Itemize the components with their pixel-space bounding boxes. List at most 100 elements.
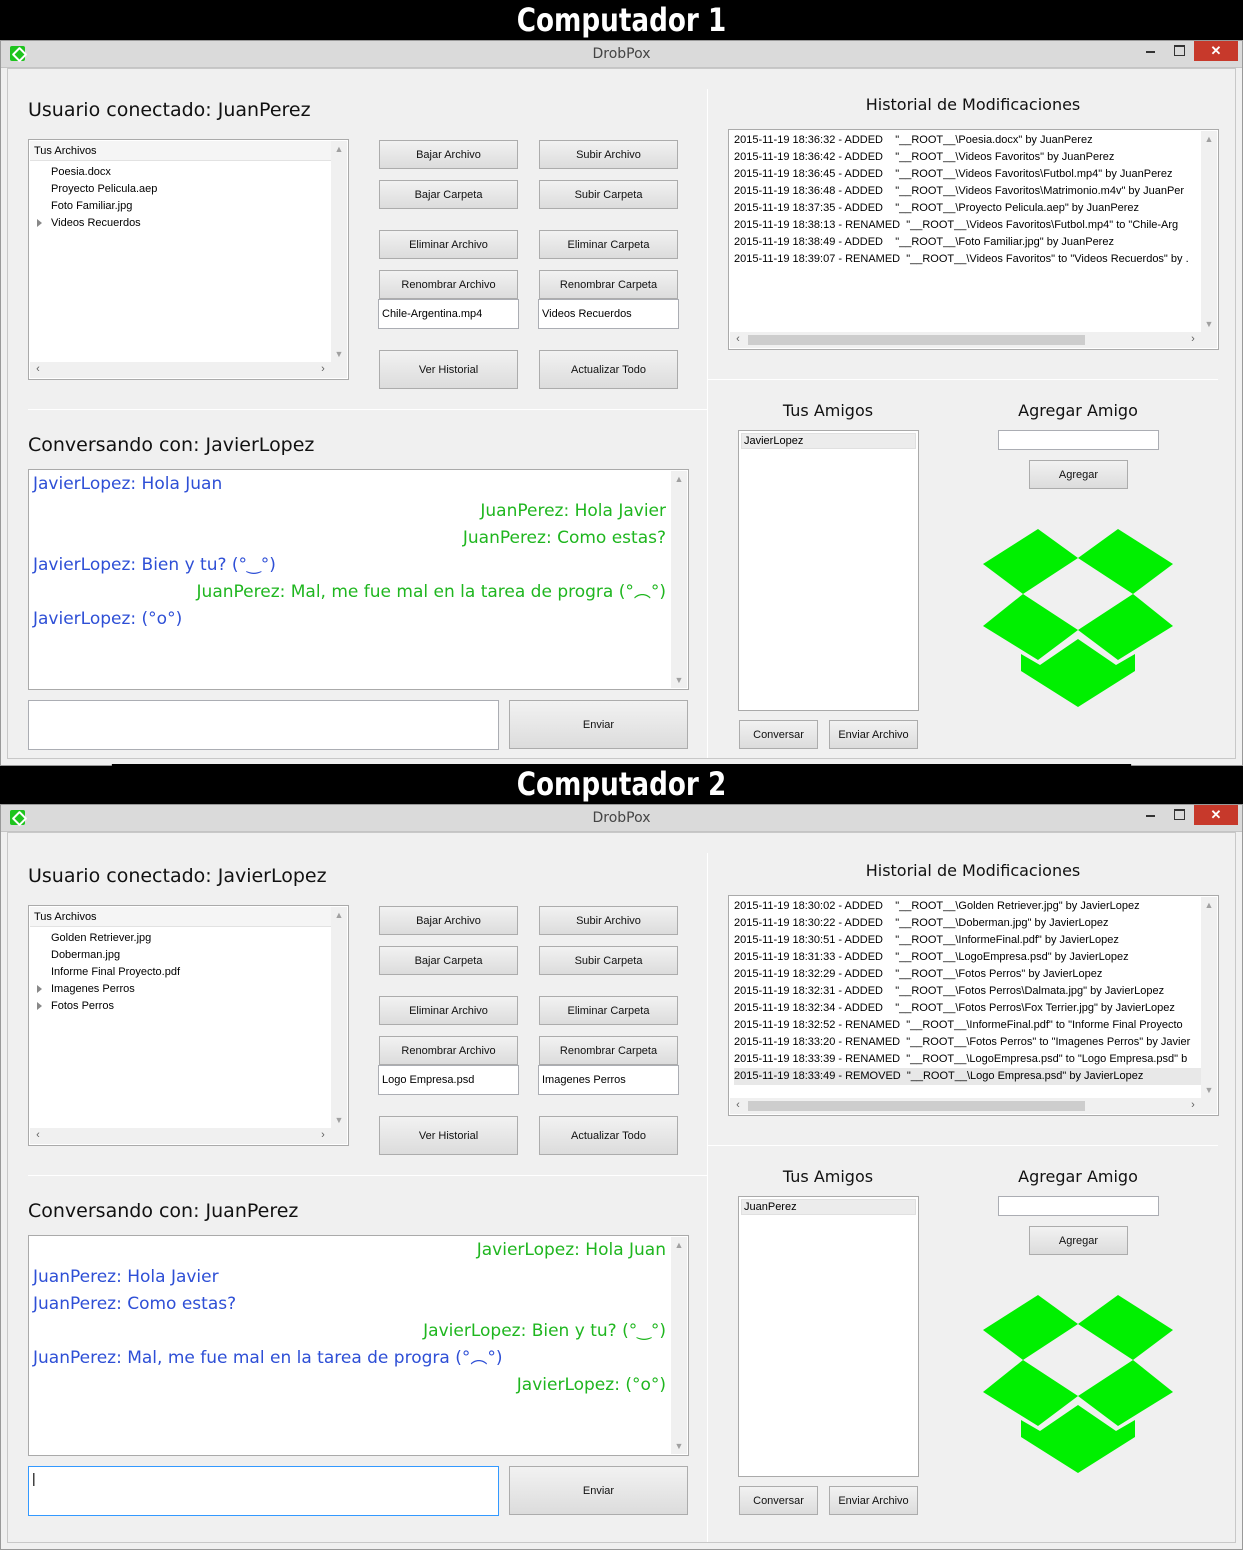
view-history-button[interactable]: Ver Historial [379, 1116, 518, 1155]
add-friend-button[interactable]: Agregar [1029, 1226, 1128, 1255]
expand-arrow-icon[interactable] [37, 1002, 42, 1010]
history-entry[interactable]: 2015-11-19 18:31:33 - ADDED "__ROOT__\Lo… [734, 949, 1129, 966]
chat-vertical-scrollbar[interactable]: ▲ ▼ [671, 471, 687, 688]
history-entry[interactable]: 2015-11-19 18:33:20 - RENAMED "__ROOT__\… [734, 1034, 1190, 1051]
history-horizontal-scrollbar[interactable]: ‹ › [730, 332, 1201, 348]
delete-folder-button[interactable]: Eliminar Carpeta [539, 230, 678, 259]
history-scroll-thumb[interactable] [748, 1101, 1085, 1111]
scroll-right-icon[interactable]: › [315, 1128, 331, 1144]
expand-arrow-icon[interactable] [37, 985, 42, 993]
scroll-down-icon[interactable]: ▼ [1201, 316, 1217, 332]
history-entry[interactable]: 2015-11-19 18:36:42 - ADDED "__ROOT__\Vi… [734, 149, 1114, 166]
view-history-button[interactable]: Ver Historial [379, 350, 518, 389]
history-entry[interactable]: 2015-11-19 18:32:52 - RENAMED "__ROOT__\… [734, 1017, 1183, 1034]
tree-file-item[interactable]: Informe Final Proyecto.pdf [51, 964, 180, 981]
title-bar[interactable]: DrobPox ✕ [1, 805, 1242, 832]
scroll-up-icon[interactable]: ▲ [331, 141, 347, 157]
files-horizontal-scrollbar[interactable]: ‹ › [30, 1128, 331, 1144]
tree-folder-item[interactable]: Imagenes Perros [37, 981, 135, 998]
scroll-down-icon[interactable]: ▼ [331, 346, 347, 362]
rename-folder-button[interactable]: Renombrar Carpeta [539, 270, 678, 299]
history-entry[interactable]: 2015-11-19 18:37:35 - ADDED "__ROOT__\Pr… [734, 200, 1139, 217]
history-entry[interactable]: 2015-11-19 18:32:31 - ADDED "__ROOT__\Fo… [734, 983, 1164, 1000]
tree-file-item[interactable]: Proyecto Pelicula.aep [51, 181, 157, 198]
scroll-up-icon[interactable]: ▲ [671, 471, 687, 487]
close-icon[interactable]: ✕ [1194, 805, 1238, 825]
chat-messages[interactable]: JavierLopez: Hola Juan JuanPerez: Hola Ja… [28, 1235, 689, 1456]
delete-file-button[interactable]: Eliminar Archivo [379, 996, 518, 1025]
tree-folder-item[interactable]: Videos Recuerdos [37, 215, 141, 232]
download-folder-button[interactable]: Bajar Carpeta [379, 946, 518, 975]
scroll-right-icon[interactable]: › [315, 362, 331, 378]
rename-file-button[interactable]: Renombrar Archivo [379, 270, 518, 299]
download-file-button[interactable]: Bajar Archivo [379, 140, 518, 169]
upload-folder-button[interactable]: Subir Carpeta [539, 180, 678, 209]
rename-folder-input[interactable]: Imagenes Perros [538, 1065, 679, 1095]
upload-file-button[interactable]: Subir Archivo [539, 140, 678, 169]
scroll-down-icon[interactable]: ▼ [1201, 1082, 1217, 1098]
refresh-all-button[interactable]: Actualizar Todo [539, 350, 678, 389]
send-file-button[interactable]: Enviar Archivo [829, 720, 918, 749]
scroll-right-icon[interactable]: › [1185, 332, 1201, 348]
history-list[interactable]: 2015-11-19 18:36:32 - ADDED "__ROOT__\Po… [728, 129, 1219, 350]
send-button[interactable]: Enviar [509, 700, 688, 749]
maximize-icon[interactable] [1166, 805, 1192, 825]
history-horizontal-scrollbar[interactable]: ‹ › [730, 1098, 1201, 1114]
friends-list[interactable]: JuanPerez [738, 1196, 919, 1477]
friend-item[interactable]: JavierLopez [741, 433, 916, 449]
tree-file-item[interactable]: Poesia.docx [51, 164, 111, 181]
close-icon[interactable]: ✕ [1194, 41, 1238, 61]
chat-button[interactable]: Conversar [739, 1486, 818, 1515]
scroll-down-icon[interactable]: ▼ [671, 672, 687, 688]
files-vertical-scrollbar[interactable]: ▲ ▼ [331, 907, 347, 1128]
refresh-all-button[interactable]: Actualizar Todo [539, 1116, 678, 1155]
delete-file-button[interactable]: Eliminar Archivo [379, 230, 518, 259]
history-list[interactable]: 2015-11-19 18:30:02 - ADDED "__ROOT__\Go… [728, 895, 1219, 1116]
history-entry[interactable]: 2015-11-19 18:32:34 - ADDED "__ROOT__\Fo… [734, 1000, 1175, 1017]
history-entry[interactable]: 2015-11-19 18:33:49 - REMOVED "__ROOT__\… [734, 1068, 1201, 1085]
history-entry[interactable]: 2015-11-19 18:32:29 - ADDED "__ROOT__\Fo… [734, 966, 1102, 983]
tree-file-item[interactable]: Foto Familiar.jpg [51, 198, 132, 215]
delete-folder-button[interactable]: Eliminar Carpeta [539, 996, 678, 1025]
scroll-up-icon[interactable]: ▲ [671, 1237, 687, 1253]
history-entry[interactable]: 2015-11-19 18:38:49 - ADDED "__ROOT__\Fo… [734, 234, 1114, 251]
files-vertical-scrollbar[interactable]: ▲ ▼ [331, 141, 347, 362]
history-entry[interactable]: 2015-11-19 18:36:32 - ADDED "__ROOT__\Po… [734, 132, 1093, 149]
scroll-left-icon[interactable]: ‹ [30, 362, 46, 378]
rename-file-button[interactable]: Renombrar Archivo [379, 1036, 518, 1065]
upload-folder-button[interactable]: Subir Carpeta [539, 946, 678, 975]
scroll-left-icon[interactable]: ‹ [730, 1098, 746, 1114]
history-entry[interactable]: 2015-11-19 18:33:39 - RENAMED "__ROOT__\… [734, 1051, 1187, 1068]
history-entry[interactable]: 2015-11-19 18:39:07 - RENAMED "__ROOT__\… [734, 251, 1189, 268]
friend-item[interactable]: JuanPerez [741, 1199, 916, 1215]
history-scroll-thumb[interactable] [748, 335, 1085, 345]
history-entry[interactable]: 2015-11-19 18:30:51 - ADDED "__ROOT__\In… [734, 932, 1119, 949]
scroll-up-icon[interactable]: ▲ [1201, 131, 1217, 147]
title-bar[interactable]: DrobPox ✕ [1, 41, 1242, 68]
upload-file-button[interactable]: Subir Archivo [539, 906, 678, 935]
add-friend-input[interactable] [998, 1196, 1159, 1216]
chat-vertical-scrollbar[interactable]: ▲ ▼ [671, 1237, 687, 1454]
friends-list[interactable]: JavierLopez [738, 430, 919, 711]
scroll-left-icon[interactable]: ‹ [30, 1128, 46, 1144]
download-folder-button[interactable]: Bajar Carpeta [379, 180, 518, 209]
send-file-button[interactable]: Enviar Archivo [829, 1486, 918, 1515]
scroll-down-icon[interactable]: ▼ [671, 1438, 687, 1454]
files-tree[interactable]: Tus Archivos Golden Retriever.jpg Doberma… [28, 905, 349, 1146]
scroll-up-icon[interactable]: ▲ [331, 907, 347, 923]
rename-folder-input[interactable]: Videos Recuerdos [538, 299, 679, 329]
rename-file-input[interactable]: Chile-Argentina.mp4 [378, 299, 519, 329]
download-file-button[interactable]: Bajar Archivo [379, 906, 518, 935]
history-entry[interactable]: 2015-11-19 18:36:45 - ADDED "__ROOT__\Vi… [734, 166, 1172, 183]
history-vertical-scrollbar[interactable]: ▲ ▼ [1201, 897, 1217, 1098]
scroll-down-icon[interactable]: ▼ [331, 1112, 347, 1128]
rename-folder-button[interactable]: Renombrar Carpeta [539, 1036, 678, 1065]
files-tree[interactable]: Tus Archivos Poesia.docx Proyecto Pelicul… [28, 139, 349, 380]
history-entry[interactable]: 2015-11-19 18:30:02 - ADDED "__ROOT__\Go… [734, 898, 1140, 915]
add-friend-button[interactable]: Agregar [1029, 460, 1128, 489]
minimize-icon[interactable] [1138, 41, 1164, 61]
scroll-up-icon[interactable]: ▲ [1201, 897, 1217, 913]
rename-file-input[interactable]: Logo Empresa.psd [378, 1065, 519, 1095]
scroll-right-icon[interactable]: › [1185, 1098, 1201, 1114]
message-input[interactable] [28, 700, 499, 750]
